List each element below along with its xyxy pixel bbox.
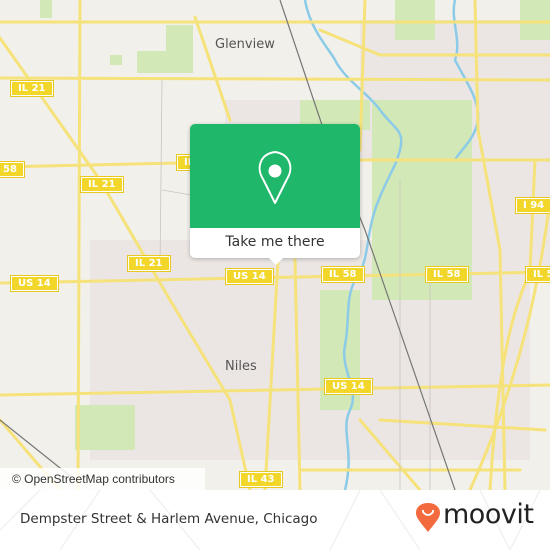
- route-shield-il58: IL 58: [425, 266, 469, 283]
- location-pin-icon: [258, 151, 292, 204]
- place-label-glenview: Glenview: [215, 37, 275, 52]
- route-shield-il58: IL 58: [321, 266, 365, 283]
- moovit-wordmark: moovit: [443, 499, 534, 530]
- map-attribution[interactable]: © OpenStreetMap contributors: [0, 468, 205, 490]
- popup-header: [190, 124, 360, 228]
- footer-bar: Dempster Street & Harlem Avenue, Chicago…: [0, 490, 550, 550]
- take-me-there-button[interactable]: Take me there: [190, 228, 360, 258]
- route-shield-il21: IL 21: [127, 255, 171, 272]
- route-shield-i94: I 94: [514, 197, 550, 214]
- route-shield-il58: IL 5: [525, 266, 550, 283]
- moovit-pin-icon: [416, 503, 440, 532]
- route-shield-us14: US 14: [324, 378, 373, 395]
- route-shield-us14: US 14: [225, 268, 274, 285]
- route-shield-il21: IL 21: [10, 80, 54, 97]
- route-shield-il58: 58: [0, 161, 25, 178]
- map-view[interactable]: Glenview Niles IL 21 IL 21 IL 21 58 IL I…: [0, 0, 550, 490]
- location-popup: Take me there: [190, 124, 360, 265]
- popup-pointer: [268, 257, 284, 265]
- location-title: Dempster Street & Harlem Avenue, Chicago: [20, 511, 318, 527]
- route-shield-us14: US 14: [10, 275, 59, 292]
- route-shield-il21: IL 21: [80, 176, 124, 193]
- route-shield-il43: IL 43: [239, 471, 283, 488]
- place-label-niles: Niles: [225, 359, 257, 374]
